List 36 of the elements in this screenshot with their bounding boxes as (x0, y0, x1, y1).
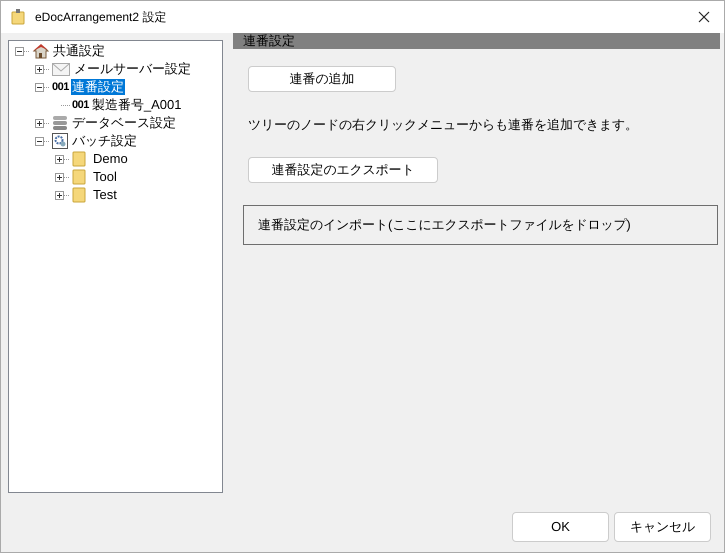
expand-icon[interactable] (35, 64, 50, 74)
hint-text: ツリーのノードの右クリックメニューからも連番を追加できます。 (248, 116, 639, 134)
envelope-icon (52, 62, 70, 76)
close-icon[interactable] (698, 11, 710, 23)
tree-item[interactable]: 連番設定 (70, 79, 125, 95)
collapse-icon[interactable] (35, 82, 50, 92)
folder-icon (72, 151, 86, 167)
folder-icon (72, 187, 86, 203)
tree-item[interactable]: メールサーバー設定 (73, 61, 192, 77)
cancel-button[interactable]: キャンセル (614, 512, 711, 542)
folder-icon (72, 169, 86, 185)
house-icon (32, 43, 49, 59)
add-button[interactable]: 連番の追加 (248, 66, 396, 92)
tree-item[interactable]: Tool (92, 169, 118, 185)
gear-icon (52, 133, 68, 149)
app-icon (11, 9, 25, 25)
expand-icon[interactable] (55, 190, 70, 200)
expand-icon[interactable] (35, 118, 50, 128)
window-title: eDocArrangement2 設定 (35, 9, 168, 26)
ok-button[interactable]: OK (512, 512, 609, 542)
collapse-icon[interactable] (15, 46, 30, 56)
expand-icon[interactable] (55, 172, 70, 182)
counter-icon: 001 (72, 96, 89, 114)
expand-icon[interactable] (55, 154, 70, 164)
tree-item[interactable]: データベース設定 (71, 115, 177, 131)
database-icon (52, 115, 68, 131)
panel-header: 連番設定 (233, 33, 720, 49)
tree-item[interactable]: バッチ設定 (71, 133, 138, 149)
import-drop-area[interactable]: 連番設定のインポート(ここにエクスポートファイルをドロップ) (243, 204, 718, 244)
counter-icon: 001 (52, 78, 69, 96)
collapse-icon[interactable] (35, 136, 50, 146)
export-button[interactable]: 連番設定のエクスポート (248, 156, 438, 182)
tree-item[interactable]: 製造番号_A001 (90, 97, 182, 113)
tree-item[interactable]: Demo (92, 151, 129, 167)
tree-item[interactable]: Test (92, 187, 118, 203)
tree-item[interactable]: 共通設定 (52, 43, 106, 59)
